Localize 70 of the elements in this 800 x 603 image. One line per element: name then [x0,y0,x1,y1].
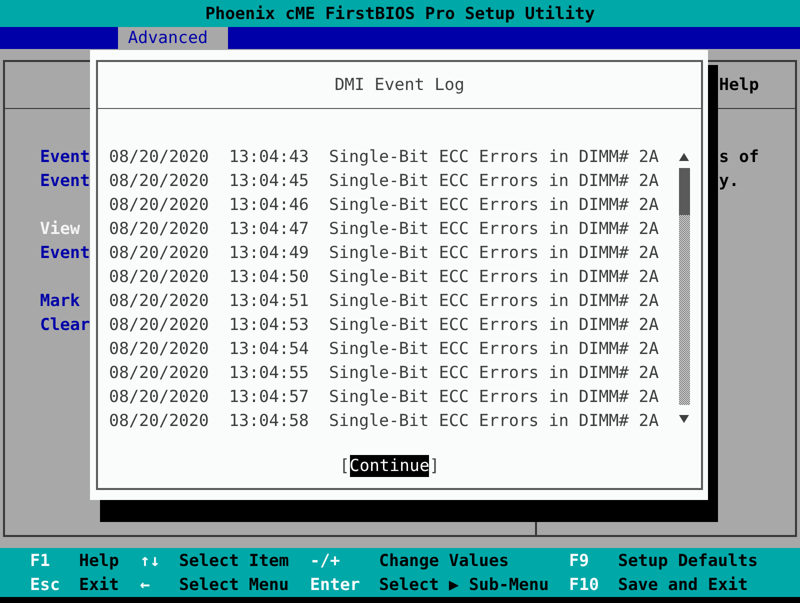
event-message: Single-Bit ECC Errors in DIMM# 2A [329,386,659,408]
event-message: Single-Bit ECC Errors in DIMM# 2A [329,362,659,384]
window-title: Phoenix cME FirstBIOS Pro Setup Utility [205,2,595,24]
key-label: Enter [310,574,360,596]
event-time: 13:04:57 [229,386,309,408]
continue-button[interactable]: Continue [350,455,430,477]
key-label: F10 [569,574,599,596]
event-time: 13:04:50 [229,266,309,288]
event-time: 13:04:58 [229,410,309,432]
key-label: F9 [569,550,589,572]
event-date: 08/20/2020 [109,170,209,192]
key-action: Save and Exit [618,574,748,596]
key-action: Exit [79,574,119,596]
key-action: Select ▶ Sub-Menu [379,574,549,596]
key-action: Setup Defaults [618,550,758,572]
key-label: Esc [30,574,60,596]
key-action: Select Menu [179,574,289,596]
event-date: 08/20/2020 [109,314,209,336]
setting-label[interactable]: Event [40,169,90,193]
bracket-text: ] [429,455,440,477]
dialog-title: DMI Event Log [334,74,464,96]
event-date: 08/20/2020 [109,338,209,360]
setting-label[interactable]: Clear [40,313,90,337]
scroll-up-icon[interactable] [679,153,689,161]
setting-label[interactable]: Event [40,241,90,265]
event-date: 08/20/2020 [109,146,209,168]
event-message: Single-Bit ECC Errors in DIMM# 2A [329,146,659,168]
setting-label[interactable]: Mark [40,289,80,313]
event-message: Single-Bit ECC Errors in DIMM# 2A [329,338,659,360]
event-message: Single-Bit ECC Errors in DIMM# 2A [329,290,659,312]
menu-tab[interactable]: Advanced [118,27,228,49]
key-action: Help [79,550,119,572]
event-date: 08/20/2020 [109,290,209,312]
event-message: Single-Bit ECC Errors in DIMM# 2A [329,314,659,336]
scrollbar-thumb[interactable] [678,168,690,215]
event-time: 13:04:49 [229,242,309,264]
event-time: 13:04:47 [229,218,309,240]
event-message: Single-Bit ECC Errors in DIMM# 2A [329,242,659,264]
event-time: 13:04:55 [229,362,309,384]
scroll-down-icon[interactable] [679,415,689,423]
event-message: Single-Bit ECC Errors in DIMM# 2A [329,266,659,288]
event-time: 13:04:46 [229,194,309,216]
help-text: y. [719,170,740,192]
bracket-text: [ [340,455,350,477]
setting-label[interactable]: Event [40,145,90,169]
event-time: 13:04:54 [229,338,309,360]
key-action: Select Item [179,550,289,572]
event-date: 08/20/2020 [109,218,209,240]
scrollbar-track[interactable] [678,168,690,405]
key-action: Change Values [379,550,509,572]
event-message: Single-Bit ECC Errors in DIMM# 2A [329,410,659,432]
event-date: 08/20/2020 [109,194,209,216]
event-message: Single-Bit ECC Errors in DIMM# 2A [329,194,659,216]
help-text: s of [719,146,760,168]
event-message: Single-Bit ECC Errors in DIMM# 2A [329,218,659,240]
help-heading: Help [719,74,759,96]
event-message: Single-Bit ECC Errors in DIMM# 2A [329,170,659,192]
event-date: 08/20/2020 [109,362,209,384]
event-time: 13:04:43 [229,146,309,168]
event-time: 13:04:45 [229,170,309,192]
event-time: 13:04:53 [229,314,309,336]
key-label: -/+ [310,550,340,572]
event-date: 08/20/2020 [109,266,209,288]
event-date: 08/20/2020 [109,410,209,432]
key-label: ← [140,574,150,596]
event-time: 13:04:51 [229,290,309,312]
key-label: ↑↓ [140,550,160,572]
key-label: F1 [30,550,50,572]
event-date: 08/20/2020 [109,386,209,408]
event-date: 08/20/2020 [109,242,209,264]
